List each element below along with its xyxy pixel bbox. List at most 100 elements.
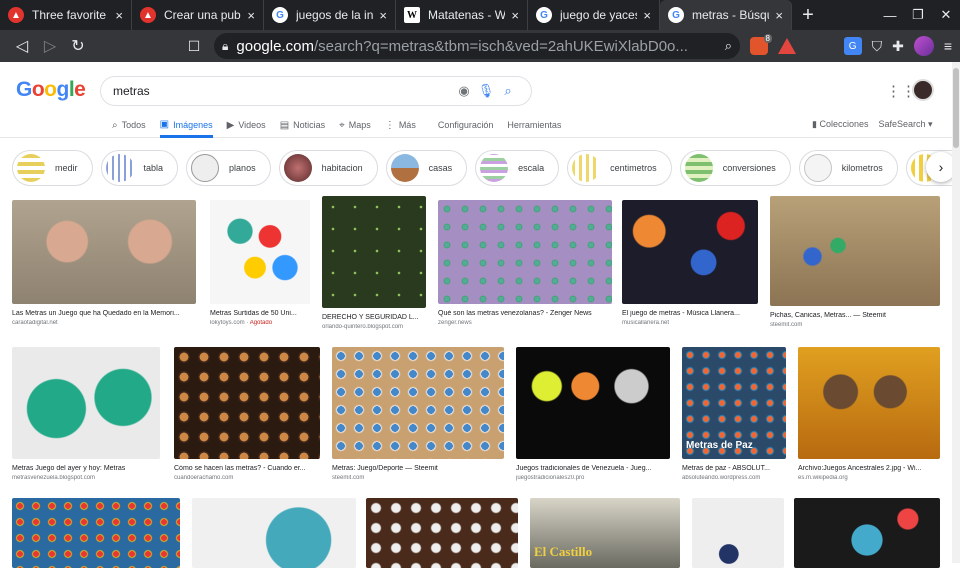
result-image[interactable] <box>12 200 196 304</box>
search-input[interactable]: metras <box>113 84 453 98</box>
result-card[interactable] <box>12 498 180 568</box>
account-avatar[interactable] <box>912 79 934 101</box>
reload-button[interactable]: ↻ <box>64 32 92 60</box>
profile-avatar[interactable] <box>913 36 934 56</box>
close-window-icon[interactable]: ✕ <box>932 7 960 23</box>
result-card[interactable]: Metras Juego del ayer y hoy: Metras metr… <box>12 347 160 481</box>
result-source: cuandoerachamo.com <box>174 475 234 481</box>
chip-tabla[interactable]: tabla <box>100 150 179 186</box>
search-icon[interactable]: ⌕ <box>497 83 519 99</box>
result-card[interactable] <box>366 498 518 568</box>
bookmark-icon[interactable]: ☐ <box>182 38 206 55</box>
minimize-icon[interactable]: — <box>876 8 904 23</box>
browser-tab-1[interactable]: ▲ Crear una publicación × <box>132 0 264 30</box>
chip-conversiones[interactable]: conversiones <box>679 150 791 186</box>
restore-icon[interactable]: ❐ <box>904 7 932 23</box>
safesearch-link[interactable]: SafeSearch ▾ <box>878 119 932 130</box>
tab-videos[interactable]: ▶ Videos <box>227 114 266 138</box>
tab-configuracion[interactable]: Configuración <box>438 114 494 138</box>
close-icon[interactable]: × <box>247 8 255 23</box>
close-icon[interactable]: × <box>643 8 651 23</box>
chip-medir[interactable]: medir <box>12 150 93 186</box>
result-card[interactable] <box>692 498 784 568</box>
brave-rewards-icon[interactable] <box>778 38 796 54</box>
result-card[interactable]: El Castillo <box>530 498 680 568</box>
google-icon: G <box>272 7 288 23</box>
close-icon[interactable]: × <box>379 8 387 23</box>
result-card[interactable]: Pichas, Canicas, Metras... — Steemit ste… <box>770 196 940 328</box>
search-box[interactable]: metras ◉ 🎙︎ ⌕ <box>100 76 532 106</box>
browser-tab-3[interactable]: W Matatenas - Wikipedia × <box>396 0 528 30</box>
brave-shield-icon[interactable]: 8 <box>750 34 772 55</box>
tab-noticias[interactable]: ▤ Noticias <box>280 114 325 138</box>
result-image[interactable] <box>770 196 940 306</box>
page-scrollbar[interactable] <box>952 62 960 563</box>
result-card[interactable]: DERECHO Y SEGURIDAD L... orlando-quinter… <box>322 196 426 330</box>
result-image[interactable] <box>12 498 180 568</box>
result-image[interactable] <box>692 498 784 568</box>
chip-escala[interactable]: escala <box>475 150 560 186</box>
result-card[interactable]: Archivo:Juegos Ancestrales 2.jpg - Wi...… <box>798 347 940 481</box>
microphone-icon[interactable]: 🎙︎ <box>475 83 497 99</box>
result-image[interactable]: El Castillo <box>530 498 680 568</box>
address-bar[interactable]: 🔒︎ google.com /search?q=metras&tbm=isch&… <box>214 33 740 59</box>
close-icon[interactable]: × <box>511 8 519 23</box>
result-card[interactable] <box>192 498 356 568</box>
result-image[interactable]: Metras de Paz <box>682 347 786 459</box>
result-card[interactable]: Las Metras un Juego que ha Quedado en la… <box>12 200 196 326</box>
translate-extension-icon[interactable]: G <box>843 37 862 55</box>
result-image[interactable] <box>174 347 320 459</box>
google-logo[interactable]: Google <box>16 78 86 102</box>
result-image[interactable] <box>438 200 612 304</box>
camera-icon[interactable]: ◉ <box>453 83 475 99</box>
colecciones-link[interactable]: ▮ Colecciones <box>812 119 868 130</box>
result-title: DERECHO Y SEGURIDAD L... <box>322 314 419 321</box>
result-image[interactable] <box>798 347 940 459</box>
tab-todos[interactable]: ⌕ Todos <box>112 114 146 138</box>
tab-maps[interactable]: ⌖ Maps <box>339 114 371 138</box>
tab-imagenes[interactable]: ▣ Imágenes <box>159 114 213 138</box>
result-image[interactable] <box>322 196 426 308</box>
result-image[interactable] <box>12 347 160 459</box>
result-card[interactable]: Metras de Paz Metras de paz - ABSOLUT...… <box>682 347 786 481</box>
result-image[interactable] <box>516 347 670 459</box>
result-image[interactable] <box>332 347 504 459</box>
search-icon[interactable]: ⌕ <box>725 38 732 54</box>
browser-tab-0[interactable]: ▲ Three favorite childho × <box>0 0 132 30</box>
chip-casas[interactable]: casas <box>385 150 468 186</box>
lock-icon[interactable]: 🔒︎ <box>222 39 228 54</box>
result-card[interactable]: Juegos tradicionales de Venezuela - Jueg… <box>516 347 670 481</box>
tab-herramientas[interactable]: Herramientas <box>507 114 561 138</box>
result-image[interactable] <box>366 498 518 568</box>
chip-planos[interactable]: planos <box>186 150 271 186</box>
result-image[interactable] <box>210 200 310 304</box>
result-card[interactable] <box>794 498 940 568</box>
result-card[interactable]: Qué son las metras venezolanas? - Zenger… <box>438 200 612 326</box>
result-card[interactable]: Cómo se hacen las metras? - Cuando er...… <box>174 347 320 481</box>
result-card[interactable]: Metras: Juego/Deporte — Steemit steemit.… <box>332 347 504 481</box>
browser-tab-4[interactable]: G juego de yaces - Búsq × <box>528 0 660 30</box>
menu-icon[interactable]: ≡ <box>944 38 952 54</box>
result-title: Metras Surtidas de 50 Uni... <box>210 310 297 317</box>
chip-habitacion[interactable]: habitacion <box>278 150 378 186</box>
chip-kilometros[interactable]: kilometros <box>798 150 898 186</box>
search-icon: ⌕ <box>112 119 118 131</box>
new-tab-button[interactable]: + <box>792 0 824 30</box>
close-icon[interactable]: × <box>115 8 123 23</box>
chip-centimetros[interactable]: centimetros <box>567 150 672 186</box>
browser-tab-active[interactable]: G metras - Búsqueda × <box>660 0 792 30</box>
browser-tab-2[interactable]: G juegos de la infancia × <box>264 0 396 30</box>
result-card[interactable]: Metras Surtidas de 50 Uni... lokytoys.co… <box>210 200 310 326</box>
shield-extension-icon[interactable]: ⛉ <box>872 38 883 55</box>
tab-mas[interactable]: ⋮ Más <box>385 114 416 138</box>
forward-button[interactable]: ▷ <box>36 32 64 60</box>
result-image[interactable] <box>192 498 356 568</box>
back-button[interactable]: ◁ <box>8 32 36 60</box>
puzzle-icon[interactable]: ✚ <box>892 38 904 55</box>
result-image[interactable] <box>794 498 940 568</box>
close-icon[interactable]: × <box>775 8 783 23</box>
result-card[interactable]: El juego de metras - Música Llanera... m… <box>622 200 758 326</box>
result-source: lokytoys.com · Agotado <box>210 320 273 326</box>
result-image[interactable] <box>622 200 758 304</box>
scrollbar-thumb[interactable] <box>953 68 959 148</box>
